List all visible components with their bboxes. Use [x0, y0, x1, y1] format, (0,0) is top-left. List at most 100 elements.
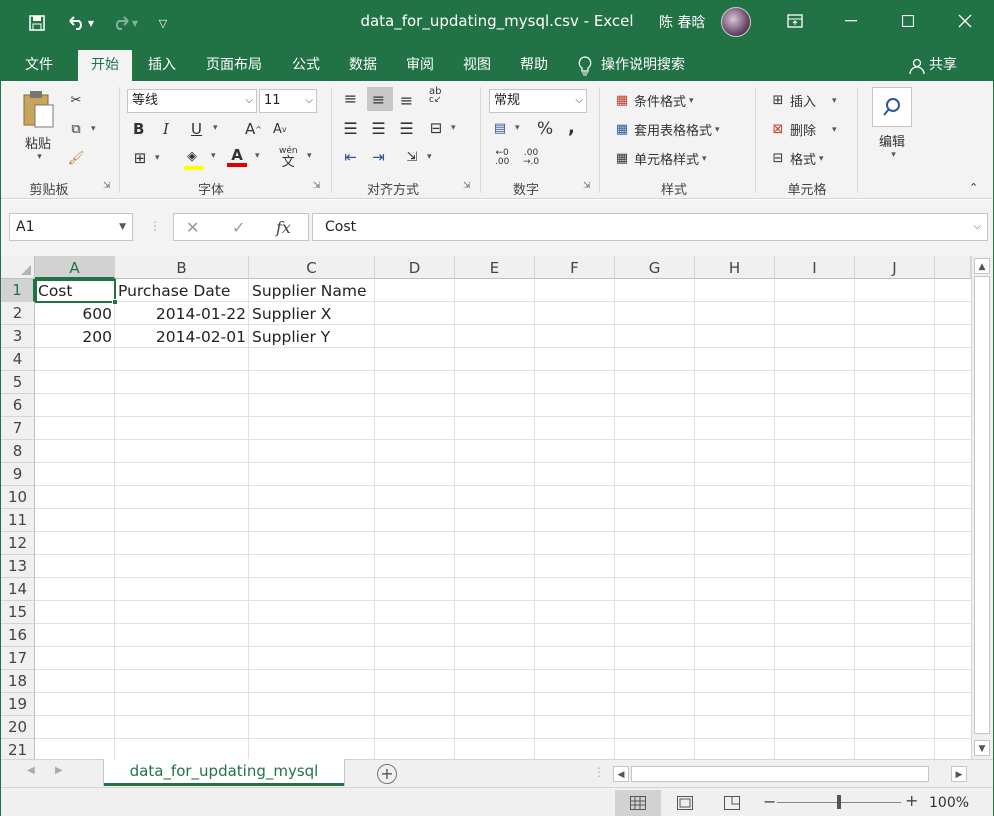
row-header-12[interactable]: 12	[1, 532, 35, 555]
scroll-down-icon[interactable]: ▼	[974, 740, 990, 756]
vertical-scrollbar[interactable]: ▲ ▼	[971, 256, 993, 759]
row-header-4[interactable]: 4	[1, 348, 35, 371]
font-dialog-launcher-icon[interactable]: ⇲	[313, 181, 321, 191]
increase-font-button[interactable]: A ^	[245, 120, 262, 138]
cell-b1[interactable]: Purchase Date	[115, 279, 233, 302]
font-name-combo[interactable]: 等线 ⌵	[127, 89, 257, 113]
row-header-11[interactable]: 11	[1, 509, 35, 532]
formula-bar-grip-icon[interactable]: ⋮	[149, 219, 161, 233]
tab-insert[interactable]: 插入	[139, 50, 185, 81]
worksheet-grid[interactable]: ABCDEFGHIJ 1 2 3 4 5 6 7 8 9 10 11 12 13 14 15 16 17 18 19…	[1, 256, 971, 759]
tab-data[interactable]: 数据	[340, 50, 386, 81]
next-sheet-icon[interactable]: ▶	[55, 765, 63, 776]
column-header-d[interactable]: D	[375, 256, 455, 279]
cell-c2[interactable]: Supplier X	[249, 302, 334, 325]
column-header-j[interactable]: J	[855, 256, 935, 279]
select-all-button[interactable]	[1, 256, 35, 279]
sheet-tab[interactable]: data_for_updating_mysql	[104, 759, 344, 786]
format-as-table-button[interactable]: ▦ 套用表格格式 ▾	[613, 120, 720, 139]
row-header-13[interactable]: 13	[1, 555, 35, 578]
enter-icon[interactable]: ✓	[232, 218, 245, 237]
column-header-c[interactable]: C	[249, 256, 375, 279]
phonetic-dropdown[interactable]: ▾	[304, 151, 312, 161]
delete-cells-button[interactable]: ⊠ 删除 ▾	[769, 120, 837, 139]
percent-button[interactable]: %	[537, 119, 553, 139]
zoom-in-icon[interactable]: +	[905, 791, 918, 810]
row-header-3[interactable]: 3	[1, 325, 35, 348]
redo-button[interactable]: ▼	[105, 9, 145, 37]
align-center-button[interactable]: ☰	[369, 119, 391, 138]
fill-color-dropdown[interactable]: ▾	[208, 151, 216, 161]
align-middle-button[interactable]: ≡	[367, 87, 393, 111]
column-header-f[interactable]: F	[535, 256, 615, 279]
decrease-indent-button[interactable]: ⇤	[341, 148, 363, 166]
row-header-9[interactable]: 9	[1, 463, 35, 486]
italic-button[interactable]: I	[163, 120, 169, 138]
number-dialog-launcher-icon[interactable]: ⇲	[583, 181, 591, 191]
tab-split-grip-icon[interactable]: ⋮	[593, 765, 605, 779]
row-header-16[interactable]: 16	[1, 624, 35, 647]
conditional-formatting-button[interactable]: ▦ 条件格式 ▾	[613, 91, 694, 110]
prev-sheet-icon[interactable]: ◀	[27, 765, 35, 776]
align-top-button[interactable]: ≡	[341, 87, 363, 109]
row-header-19[interactable]: 19	[1, 693, 35, 716]
tab-help[interactable]: 帮助	[511, 50, 557, 81]
row-header-15[interactable]: 15	[1, 601, 35, 624]
tab-file[interactable]: 文件	[11, 50, 67, 81]
underline-dropdown[interactable]: ▾	[210, 123, 218, 133]
expand-formula-icon[interactable]: ⌵	[973, 214, 981, 240]
horizontal-scrollbar[interactable]: ◀ ▶	[613, 765, 969, 783]
cancel-icon[interactable]: ✕	[186, 218, 199, 237]
column-header-h[interactable]: H	[695, 256, 775, 279]
editing-button[interactable]: 编辑 ▾	[871, 87, 913, 171]
copy-button[interactable]: ⧉ ▾	[67, 120, 95, 138]
undo-button[interactable]: ▼	[61, 9, 101, 37]
cell-b3[interactable]: 2014-02-01	[115, 325, 249, 348]
merge-center-button[interactable]: ⇲ ▾	[403, 148, 432, 166]
font-size-combo[interactable]: 11 ⌵	[259, 89, 317, 113]
row-header-18[interactable]: 18	[1, 670, 35, 693]
align-left-button[interactable]: ☰	[341, 119, 363, 138]
format-cells-button[interactable]: ⊟ 格式 ▾	[769, 149, 824, 168]
comma-button[interactable]: ,	[568, 117, 575, 138]
user-name[interactable]: 陈 春晗	[659, 12, 705, 32]
collapse-ribbon-icon[interactable]: ⌃	[969, 181, 978, 194]
minimize-button[interactable]	[823, 1, 879, 41]
normal-view-button[interactable]	[615, 790, 661, 816]
share-button[interactable]: 共享	[909, 50, 973, 81]
tab-page-layout[interactable]: 页面布局	[197, 50, 271, 81]
column-header-i[interactable]: I	[775, 256, 855, 279]
underline-button[interactable]: U	[191, 120, 202, 138]
column-header-b[interactable]: B	[115, 256, 249, 279]
vertical-scroll-thumb[interactable]	[974, 276, 990, 734]
cell-b2[interactable]: 2014-01-22	[115, 302, 249, 325]
scroll-up-icon[interactable]: ▲	[974, 258, 990, 274]
clipboard-dialog-launcher-icon[interactable]: ⇲	[103, 181, 111, 191]
cell-a3[interactable]: 200	[35, 325, 115, 348]
formula-input[interactable]: Cost ⌵	[312, 213, 988, 241]
borders-button[interactable]: ⊞ ▾	[131, 149, 160, 167]
format-painter-button[interactable]: 🖌	[67, 149, 88, 167]
number-format-combo[interactable]: 常规 ⌵	[489, 89, 587, 113]
cell-a2[interactable]: 600	[35, 302, 115, 325]
bold-button[interactable]: B	[133, 120, 144, 138]
insert-cells-button[interactable]: ⊞ 插入 ▾	[769, 91, 837, 110]
row-header-1[interactable]: 1	[1, 279, 35, 302]
wrap-text-button[interactable]: ⊟ ▾	[427, 119, 456, 137]
add-sheet-icon[interactable]: +	[377, 764, 397, 784]
orientation-button[interactable]: ab c↙	[429, 87, 442, 105]
cut-button[interactable]: ✂	[67, 91, 88, 109]
row-header-5[interactable]: 5	[1, 371, 35, 394]
row-header-10[interactable]: 10	[1, 486, 35, 509]
decrease-font-button[interactable]: Av	[273, 122, 287, 137]
ribbon-display-options-button[interactable]	[767, 1, 823, 41]
accounting-format-button[interactable]: ▤ ▾	[491, 119, 520, 137]
close-button[interactable]	[937, 1, 993, 41]
zoom-slider-thumb[interactable]	[837, 795, 841, 809]
row-header-21[interactable]: 21	[1, 739, 35, 759]
customize-qat-icon[interactable]: ▽	[149, 9, 177, 37]
horizontal-scroll-thumb[interactable]	[631, 766, 929, 782]
increase-decimal-button[interactable]: ←0.00	[495, 149, 509, 167]
row-header-6[interactable]: 6	[1, 394, 35, 417]
cell-c1[interactable]: Supplier Name	[249, 279, 370, 302]
